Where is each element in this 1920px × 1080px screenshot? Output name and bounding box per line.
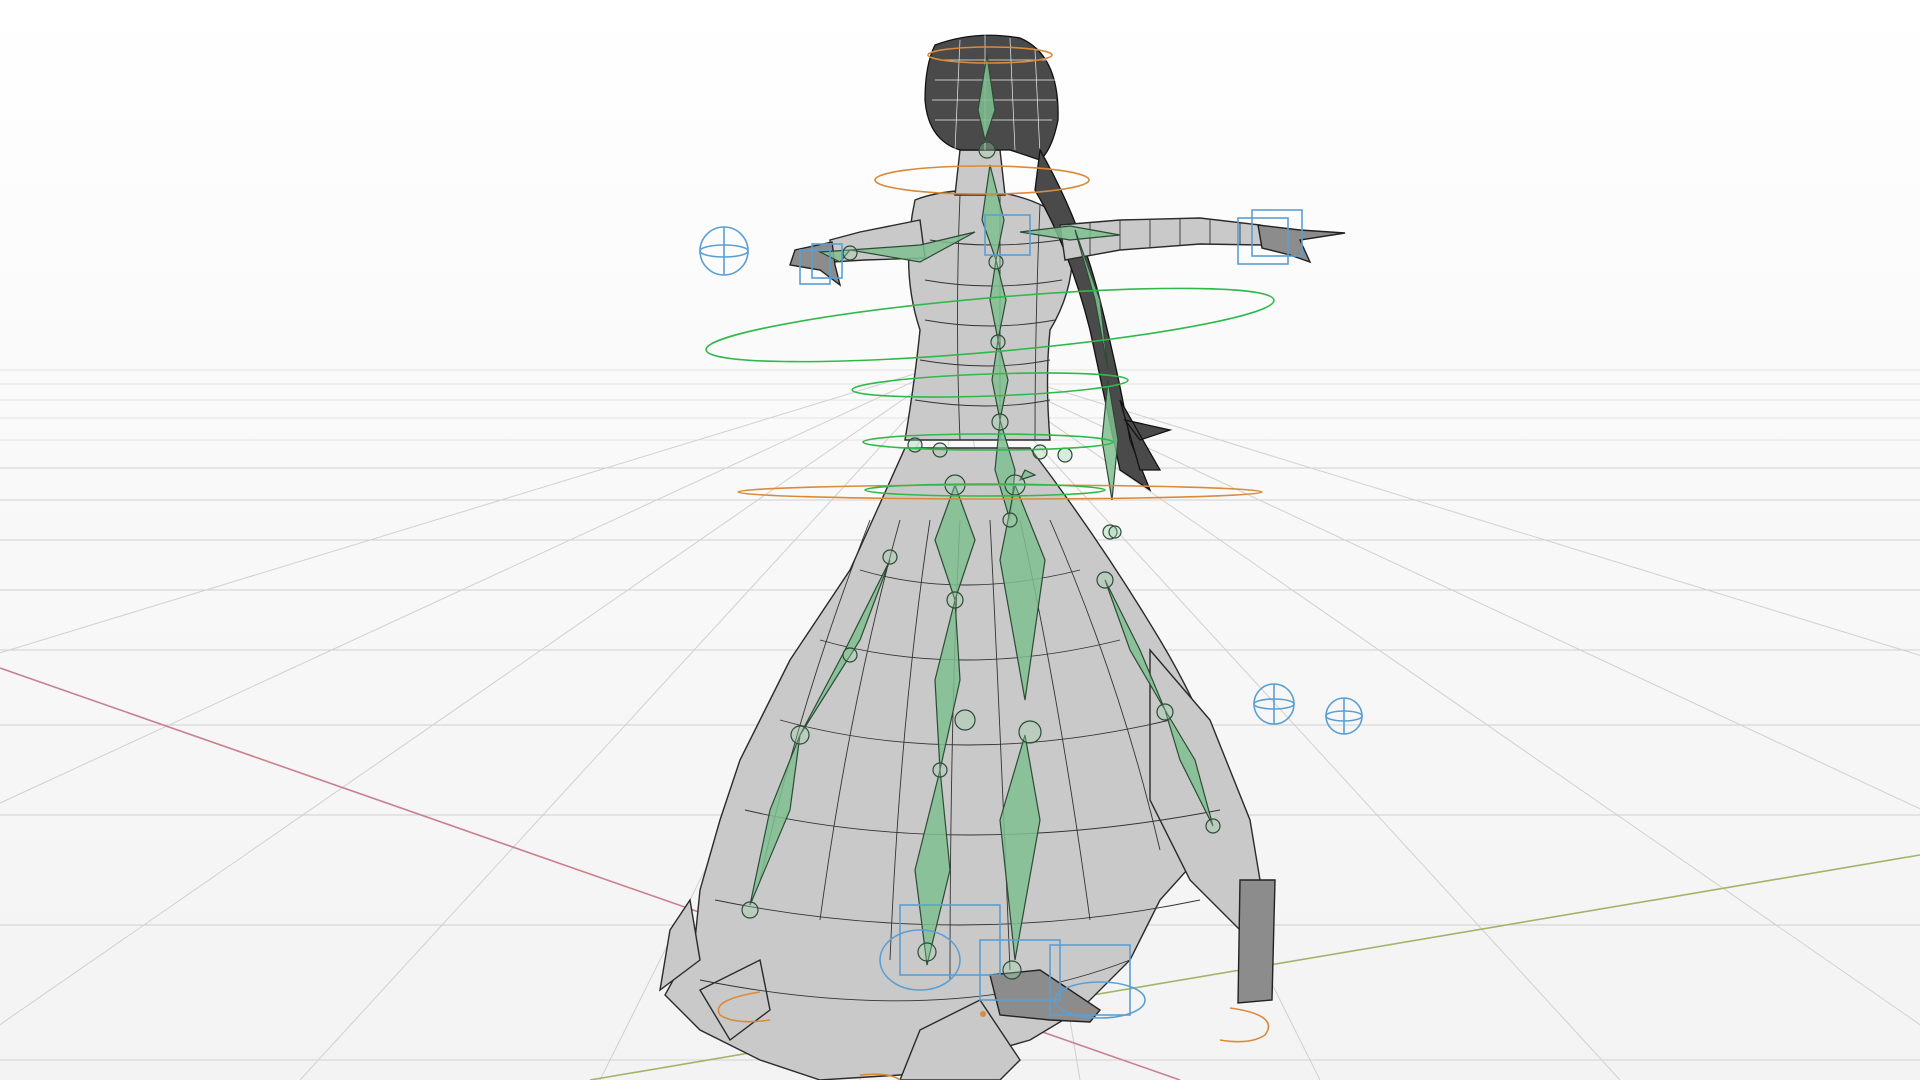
root-control-arc[interactable]: [1219, 1007, 1270, 1043]
knee-pole-left[interactable]: [1253, 683, 1295, 725]
root-marker[interactable]: [980, 1011, 986, 1017]
knee-pole-right[interactable]: [1325, 697, 1363, 735]
elbow-pole-left[interactable]: [699, 226, 749, 276]
viewport-canvas[interactable]: [0, 0, 1920, 1080]
3d-viewport[interactable]: [0, 0, 1920, 1080]
